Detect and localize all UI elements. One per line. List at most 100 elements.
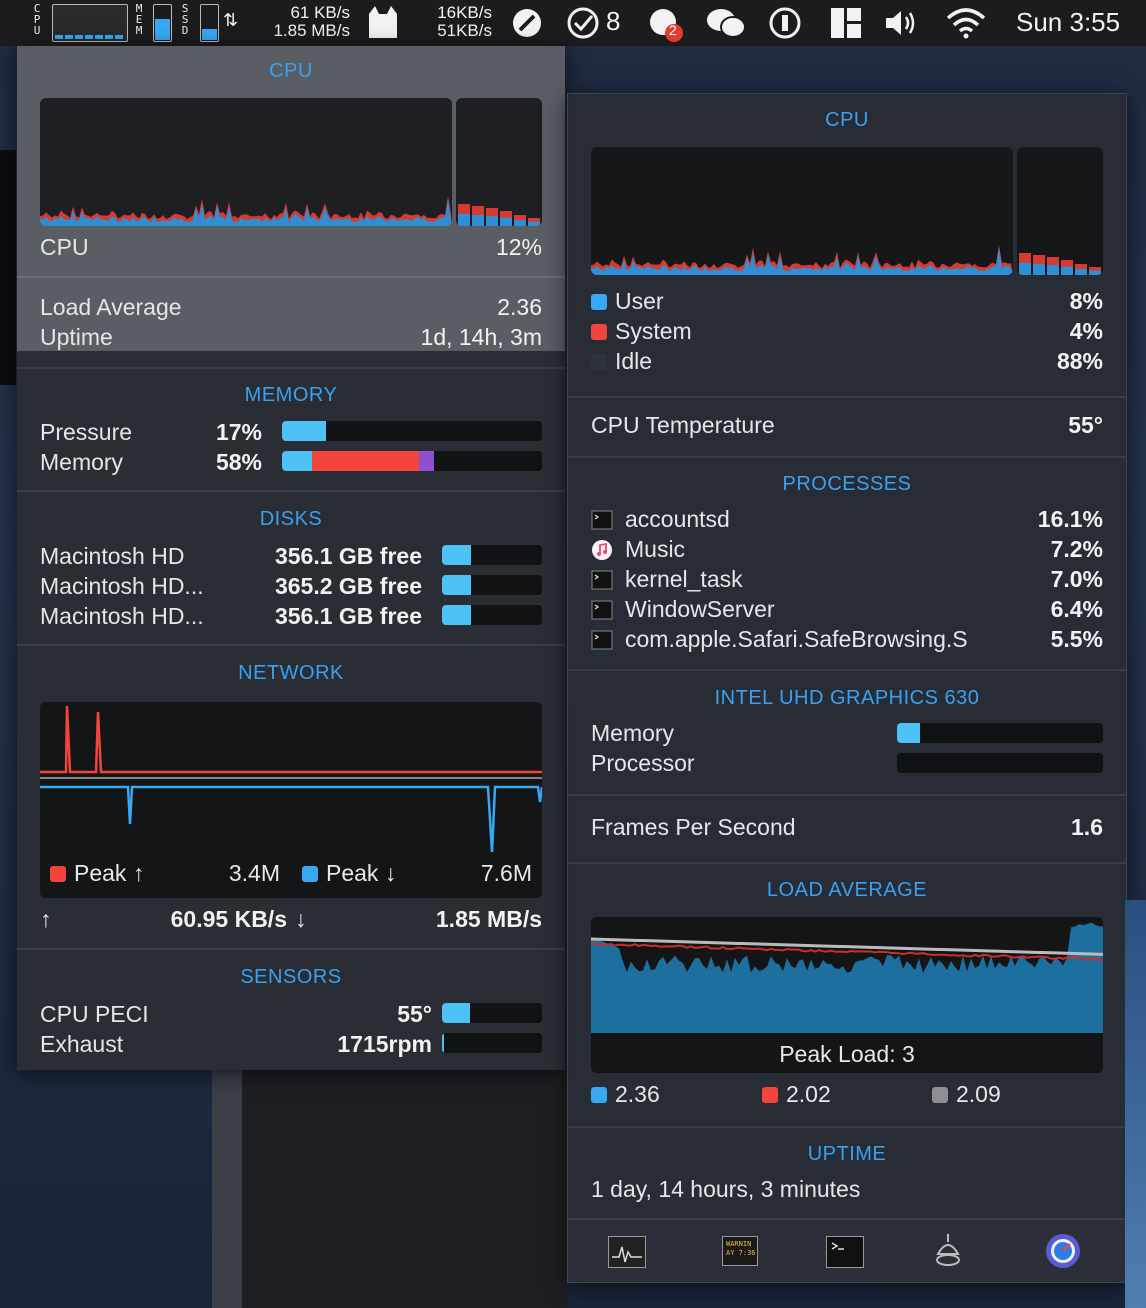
- pressure-bar: [282, 421, 542, 441]
- terminal-icon: [591, 569, 613, 591]
- wechat-icon[interactable]: [704, 6, 748, 40]
- download-rate: 1.85 MB/s: [435, 906, 542, 932]
- broom-icon[interactable]: [510, 6, 544, 40]
- wifi-icon[interactable]: [944, 6, 988, 40]
- disk-usage-bar: [442, 605, 542, 625]
- upload-arrow-icon: ↑: [40, 906, 52, 932]
- peak-down-label: Peak ↓: [326, 860, 397, 886]
- peak-up-label: Peak ↑: [74, 860, 145, 886]
- load-legend-value: 2.02: [786, 1081, 831, 1107]
- load-average-title: LOAD AVERAGE: [766, 879, 928, 901]
- cat-icon[interactable]: [366, 4, 400, 40]
- disk-usage-fill: [442, 545, 471, 565]
- gpu-memory-label: Memory: [591, 720, 675, 746]
- menu-net2-down[interactable]: 51KB/s: [420, 22, 492, 40]
- process-value: 7.2%: [1050, 536, 1103, 562]
- sensor-bar: [442, 1003, 542, 1023]
- terminal-icon: [591, 509, 613, 531]
- sensor-value: 1715rpm: [337, 1031, 432, 1057]
- onepassword-icon[interactable]: [768, 6, 802, 40]
- gpu-memory-bar: [897, 723, 1103, 743]
- separator: [568, 1126, 1126, 1128]
- memory-label: Memory: [40, 449, 124, 475]
- separator: [17, 948, 565, 950]
- cpu-row-label: System: [615, 318, 692, 344]
- gpu-processor-label: Processor: [591, 750, 695, 776]
- cpu-detail-title: CPU: [825, 109, 869, 131]
- pressure-value: 17%: [215, 419, 262, 445]
- pressure-label: Pressure: [40, 419, 133, 445]
- sensor-fill: [442, 1033, 444, 1053]
- background-window-edge: [0, 150, 16, 385]
- cpu-section-title: CPU: [269, 60, 313, 82]
- cpu-temperature-label: CPU Temperature: [591, 412, 775, 438]
- menu-net-up[interactable]: 61 KB/s: [250, 4, 350, 22]
- processes-title: PROCESSES: [782, 473, 912, 495]
- menu-clock[interactable]: Sun 3:55: [1016, 7, 1120, 38]
- terminal-icon: [591, 629, 613, 651]
- process-name[interactable]: kernel_task: [625, 566, 743, 593]
- cpu-label: CPU: [40, 234, 89, 260]
- ssd-menu-gauge[interactable]: [200, 4, 219, 42]
- separator: [568, 862, 1126, 864]
- memory-bar-app: [282, 451, 312, 471]
- peak-up-legend: Peak ↑: [50, 860, 144, 887]
- istat-detail-panel: CPU User 8% System 4% Idle 88% CPU Tempe…: [567, 93, 1127, 1283]
- uptime-title: UPTIME: [807, 1143, 887, 1165]
- sensor-name: CPU PECI: [40, 1001, 149, 1027]
- ssd-menu-label: SSD: [181, 2, 189, 37]
- menu-net2-up[interactable]: 16KB/s: [420, 4, 492, 22]
- memory-bar-compressed: [419, 451, 434, 471]
- uptime-full-value: 1 day, 14 hours, 3 minutes: [591, 1176, 861, 1202]
- disk-name: Macintosh HD: [40, 543, 185, 569]
- terminal-icon: [591, 599, 613, 621]
- download-arrow-icon: ↓: [295, 906, 307, 932]
- separator: [17, 276, 565, 278]
- terminal-icon[interactable]: [826, 1236, 864, 1268]
- todo-count[interactable]: 8: [606, 6, 620, 37]
- console-icon[interactable]: WARNIN AY 7:36: [722, 1236, 758, 1266]
- cpu-user-row: User: [591, 288, 664, 315]
- cpu-detail-core-graph: [1017, 147, 1103, 275]
- cpu-idle-swatch: [591, 354, 607, 370]
- sensor-value: 55°: [397, 1001, 432, 1027]
- window-layout-icon[interactable]: [830, 7, 862, 39]
- peak-down-legend: Peak ↓: [302, 860, 396, 887]
- separator: [568, 669, 1126, 671]
- mem-menu-gauge[interactable]: [153, 4, 172, 42]
- process-name[interactable]: com.apple.Safari.SafeBrowsing.S: [625, 626, 968, 653]
- cpu-idle-row: Idle: [591, 348, 652, 375]
- separator: [568, 456, 1126, 458]
- load-average-label: Load Average: [40, 294, 182, 320]
- volume-icon[interactable]: [884, 8, 920, 38]
- cpu-menu-graph[interactable]: [52, 4, 128, 42]
- fps-label: Frames Per Second: [591, 814, 796, 840]
- load-legend-item: 2.09: [932, 1081, 1001, 1108]
- sensor-fill: [442, 1003, 470, 1023]
- disk-free: 356.1 GB free: [274, 603, 422, 629]
- process-name[interactable]: Music: [625, 536, 685, 563]
- process-name[interactable]: WindowServer: [625, 596, 775, 623]
- cpu-temperature-value: 55°: [1068, 412, 1103, 438]
- cpu-user-swatch: [591, 294, 607, 310]
- disk-name: Macintosh HD...: [40, 573, 204, 599]
- cpu-row-label: User: [615, 288, 664, 314]
- desktop-wallpaper: [1125, 900, 1146, 1308]
- menu-net-down[interactable]: 1.85 MB/s: [250, 22, 350, 40]
- disk-usage-bar: [442, 545, 542, 565]
- checkmark-icon[interactable]: [566, 6, 600, 40]
- sensors-section-title: SENSORS: [240, 966, 342, 988]
- activity-monitor-icon[interactable]: [608, 1236, 646, 1268]
- separator: [17, 644, 565, 646]
- gpu-processor-bar: [897, 753, 1103, 773]
- istat-icon[interactable]: [1044, 1232, 1082, 1270]
- load-average-graph: Peak Load: 3: [591, 917, 1103, 1073]
- chat-icon[interactable]: 2: [646, 6, 684, 42]
- memory-section-title: MEMORY: [244, 384, 338, 406]
- process-value: 7.0%: [1050, 566, 1103, 592]
- disk-free: 365.2 GB free: [274, 573, 422, 599]
- process-name[interactable]: accountsd: [625, 506, 730, 533]
- disk-utility-icon[interactable]: [930, 1232, 966, 1268]
- process-value: 6.4%: [1050, 596, 1103, 622]
- disk-usage-fill: [442, 575, 471, 595]
